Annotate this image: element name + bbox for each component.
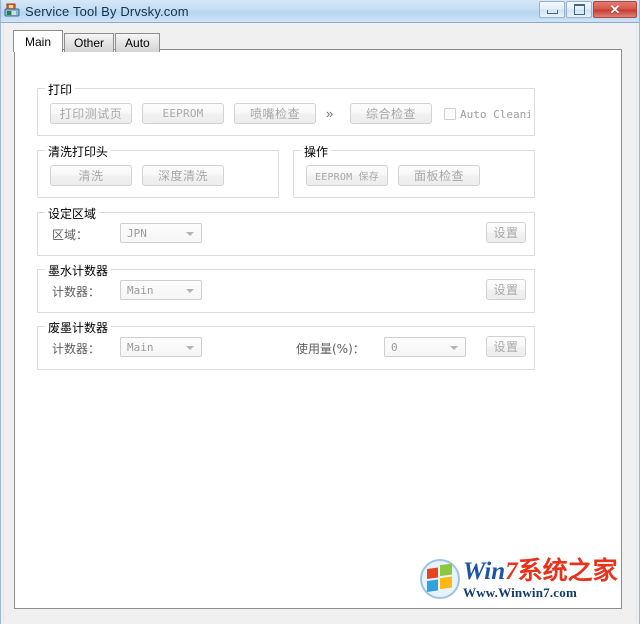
double-arrow-icon: » xyxy=(326,106,333,121)
group-region-title: 设定区域 xyxy=(45,205,100,222)
windows-logo-icon xyxy=(419,558,461,600)
client-inner: Main Other Auto 打印 打印测试页 EEPROM 喷嘴检查 » 综… xyxy=(3,23,637,621)
tab-strip: Main Other Auto xyxy=(13,30,161,52)
application-window: Service Tool By Drvsky.com ✕ Main Other … xyxy=(0,0,640,624)
auto-cleaning-label: Auto Cleani xyxy=(460,107,530,121)
group-waste-counter-title: 废墨计数器 xyxy=(45,319,112,336)
eeprom-save-button[interactable]: EEPROM 保存 xyxy=(306,165,388,186)
group-print: 打印 打印测试页 EEPROM 喷嘴检查 » 综合检查 Auto Cleani xyxy=(37,81,535,136)
tab-auto[interactable]: Auto xyxy=(115,33,160,52)
waste-counter-combobox[interactable]: Main xyxy=(120,337,202,357)
waste-usage-combobox[interactable]: 0 xyxy=(384,337,466,357)
clean-button[interactable]: 清洗 xyxy=(50,165,132,186)
group-clean-head: 清洗打印头 清洗 深度清洗 xyxy=(37,143,279,198)
group-ink-counter-title: 墨水计数器 xyxy=(45,262,112,279)
chevron-down-icon xyxy=(186,346,194,350)
nozzle-check-button[interactable]: 喷嘴检查 xyxy=(234,103,316,124)
ink-counter-combobox[interactable]: Main xyxy=(120,280,202,300)
tab-page-main: 打印 打印测试页 EEPROM 喷嘴检查 » 综合检查 Auto Cleani … xyxy=(14,49,622,609)
window-title: Service Tool By Drvsky.com xyxy=(25,3,189,19)
region-combobox[interactable]: JPN xyxy=(120,223,202,243)
watermark-win: Win xyxy=(463,557,506,585)
auto-cleaning-checkbox[interactable]: Auto Cleani xyxy=(444,107,530,121)
region-combobox-value: JPN xyxy=(127,226,147,240)
waste-usage-label: 使用量(%)： xyxy=(296,342,365,356)
chevron-down-icon xyxy=(186,232,194,236)
comprehensive-check-button[interactable]: 综合检查 xyxy=(350,103,432,124)
chevron-down-icon xyxy=(450,346,458,350)
watermark-url: Www.Winwin7.com xyxy=(463,584,577,600)
tab-other[interactable]: Other xyxy=(64,33,115,52)
group-ink-counter: 墨水计数器 计数器： Main 设置 xyxy=(37,262,535,313)
group-waste-counter: 废墨计数器 计数器： Main 使用量(%)： 0 设置 xyxy=(37,319,535,370)
app-printer-icon xyxy=(4,3,20,19)
waste-counter-set-button[interactable]: 设置 xyxy=(486,336,526,357)
region-field-label: 区域： xyxy=(52,228,89,242)
site-watermark: Win7系统之家 Www.Winwin7.com xyxy=(419,554,618,604)
maximize-icon xyxy=(573,4,585,15)
title-bar: Service Tool By Drvsky.com ✕ xyxy=(1,0,639,23)
watermark-seven: 7 xyxy=(505,557,518,585)
chevron-down-icon xyxy=(186,289,194,293)
close-icon: ✕ xyxy=(609,2,621,17)
waste-counter-combobox-value: Main xyxy=(127,340,154,354)
region-set-button[interactable]: 设置 xyxy=(486,222,526,243)
waste-counter-field-label: 计数器： xyxy=(52,342,101,356)
group-print-title: 打印 xyxy=(45,81,76,98)
close-button[interactable]: ✕ xyxy=(593,1,637,18)
ink-counter-combobox-value: Main xyxy=(127,283,154,297)
tab-main[interactable]: Main xyxy=(13,30,64,52)
group-region: 设定区域 区域： JPN 设置 xyxy=(37,205,535,256)
caption-button-group: ✕ xyxy=(539,1,637,18)
print-eeprom-button[interactable]: EEPROM xyxy=(142,103,224,124)
watermark-text: Win7系统之家 Www.Winwin7.com xyxy=(463,558,618,601)
watermark-cjk: 系统之家 xyxy=(517,555,618,585)
deep-clean-button[interactable]: 深度清洗 xyxy=(142,165,224,186)
group-operation-title: 操作 xyxy=(301,143,332,160)
minimize-button[interactable] xyxy=(539,1,565,18)
print-test-page-button[interactable]: 打印测试页 xyxy=(50,103,132,124)
group-operation: 操作 EEPROM 保存 面板检查 xyxy=(293,143,535,198)
auto-cleaning-checkbox-box[interactable] xyxy=(444,108,456,120)
client-area: Main Other Auto 打印 打印测试页 EEPROM 喷嘴检查 » 综… xyxy=(1,23,639,624)
group-clean-head-title: 清洗打印头 xyxy=(45,143,112,160)
maximize-button[interactable] xyxy=(566,1,592,18)
ink-counter-set-button[interactable]: 设置 xyxy=(486,279,526,300)
watermark-title: Win7系统之家 xyxy=(463,558,618,584)
panel-check-button[interactable]: 面板检查 xyxy=(398,165,480,186)
ink-counter-field-label: 计数器： xyxy=(52,285,101,299)
minimize-icon xyxy=(546,10,558,14)
waste-usage-combobox-value: 0 xyxy=(391,340,398,354)
